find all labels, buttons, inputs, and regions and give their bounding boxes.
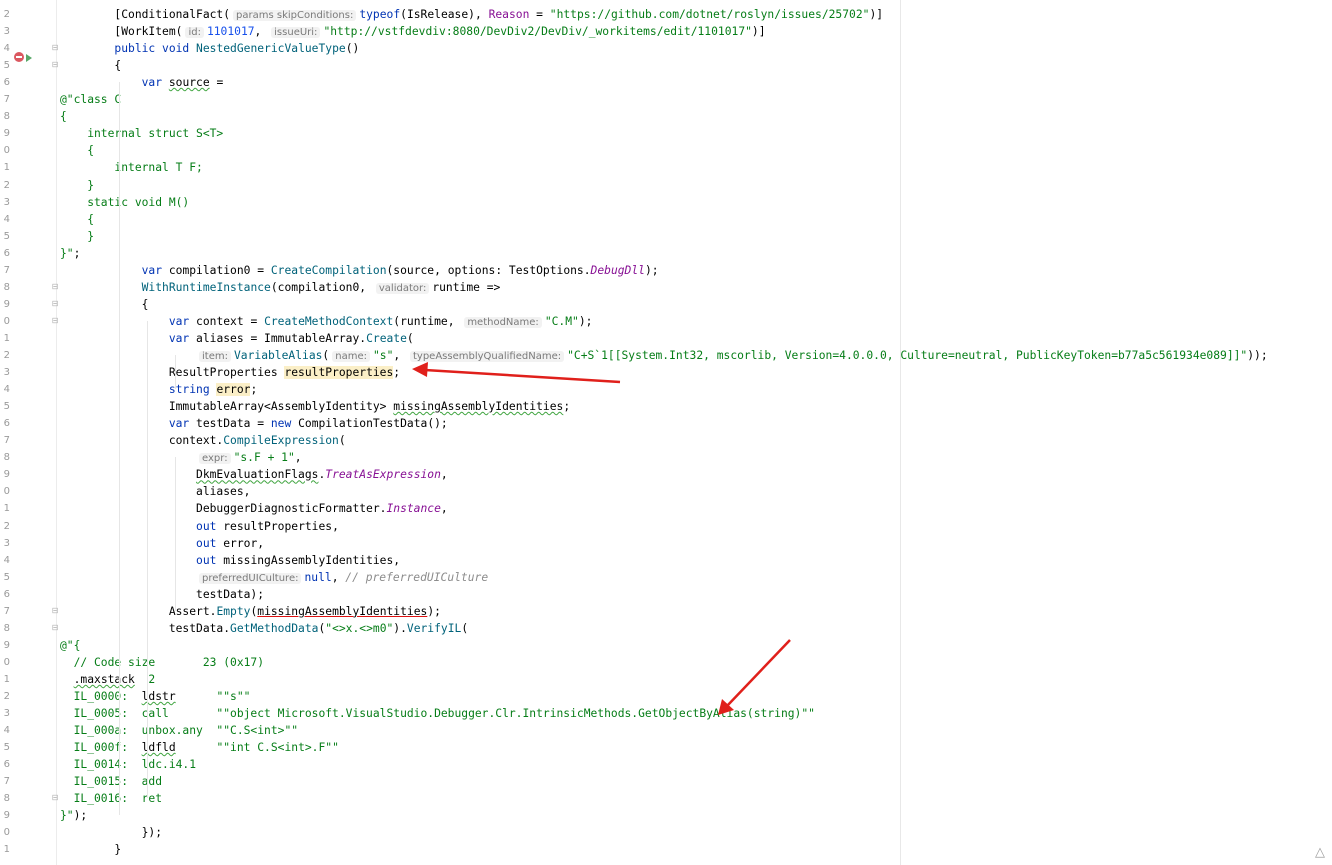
annotation-arrows	[412, 362, 791, 715]
arrow-to-variable-alias	[412, 362, 621, 384]
inspection-widget-icon[interactable]: △	[1312, 845, 1328, 861]
arrow-to-get-object-by-alias	[718, 639, 791, 715]
code-editor[interactable]: 2 [ConditionalFact(params skipConditions…	[0, 0, 1332, 865]
